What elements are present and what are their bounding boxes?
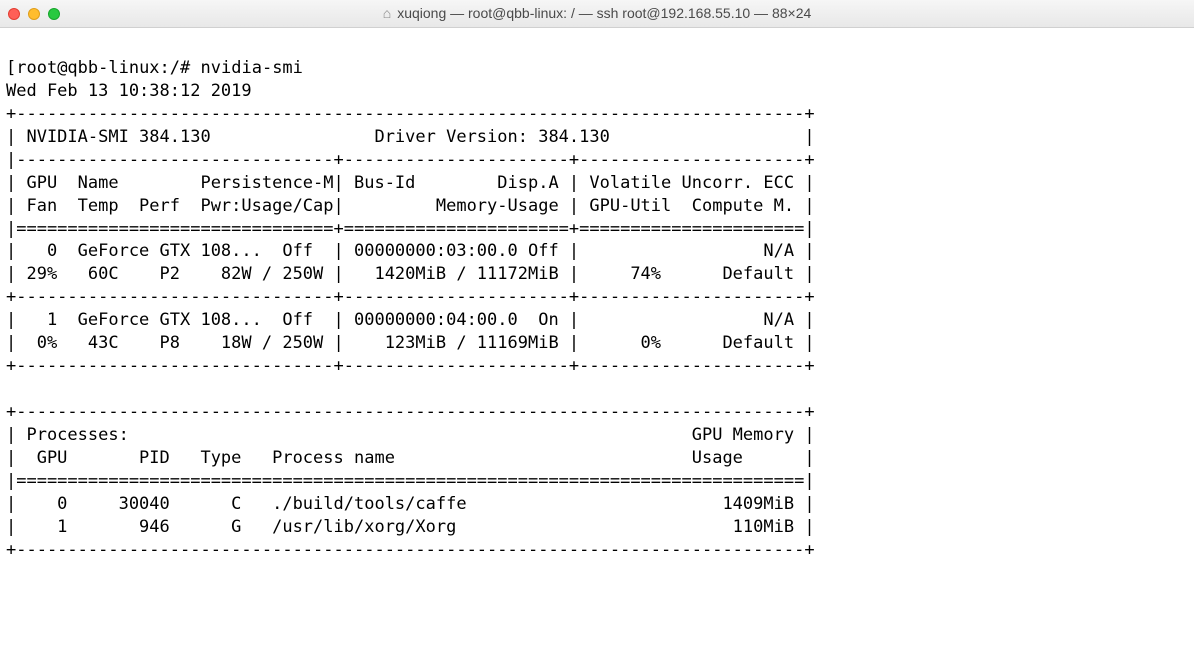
timestamp-line: Wed Feb 13 10:38:12 2019 [6, 81, 252, 101]
gpu1-row-1: | 1 GeForce GTX 108... Off | 00000000:04… [6, 310, 815, 330]
smi-header-1: | GPU Name Persistence-M| Bus-Id Disp.A … [6, 173, 815, 193]
window-title-text: xuqiong — root@qbb-linux: / — ssh root@1… [397, 4, 811, 23]
smi-thin-sep: |-------------------------------+-------… [6, 150, 815, 170]
prompt-suffix: # [180, 58, 190, 78]
gpu0-row-1: | 0 GeForce GTX 108... Off | 00000000:03… [6, 241, 815, 261]
command-text: nvidia-smi [201, 58, 303, 78]
minimize-window-button[interactable] [28, 8, 40, 20]
prompt-line: [root@qbb-linux:/# nvidia-smi [6, 58, 303, 78]
proc-header-2: | GPU PID Type Process name Usage | [6, 448, 815, 468]
proc-border-bottom: +---------------------------------------… [6, 540, 815, 560]
traffic-lights [8, 8, 60, 20]
maximize-window-button[interactable] [48, 8, 60, 20]
prompt-open-bracket: [ [6, 58, 16, 78]
smi-bottom-sep: +-------------------------------+-------… [6, 356, 815, 376]
smi-border-top: +---------------------------------------… [6, 104, 815, 124]
gpu0-row-2: | 29% 60C P2 82W / 250W | 1420MiB / 1117… [6, 264, 815, 284]
prompt-path-sep: : [160, 58, 170, 78]
prompt-user-host: root@qbb-linux [16, 58, 159, 78]
window-title: ⌂ xuqiong — root@qbb-linux: / — ssh root… [383, 4, 812, 23]
smi-eq-sep: |===============================+=======… [6, 219, 815, 239]
proc-border-top: +---------------------------------------… [6, 402, 815, 422]
home-icon: ⌂ [383, 4, 391, 23]
proc-row-1: | 1 946 G /usr/lib/xorg/Xorg 110MiB | [6, 517, 815, 537]
proc-eq-sep: |=======================================… [6, 471, 815, 491]
smi-version-line: | NVIDIA-SMI 384.130 Driver Version: 384… [6, 127, 815, 147]
gpu1-row-2: | 0% 43C P8 18W / 250W | 123MiB / 11169M… [6, 333, 815, 353]
prompt-path: / [170, 58, 180, 78]
blank-line [6, 379, 815, 399]
window-titlebar: ⌂ xuqiong — root@qbb-linux: / — ssh root… [0, 0, 1194, 28]
proc-header-1: | Processes: GPU Memory | [6, 425, 815, 445]
smi-header-2: | Fan Temp Perf Pwr:Usage/Cap| Memory-Us… [6, 196, 815, 216]
smi-mid-sep: +-------------------------------+-------… [6, 287, 815, 307]
proc-row-0: | 0 30040 C ./build/tools/caffe 1409MiB … [6, 494, 815, 514]
terminal-content[interactable]: [root@qbb-linux:/# nvidia-smi Wed Feb 13… [0, 28, 1194, 568]
close-window-button[interactable] [8, 8, 20, 20]
